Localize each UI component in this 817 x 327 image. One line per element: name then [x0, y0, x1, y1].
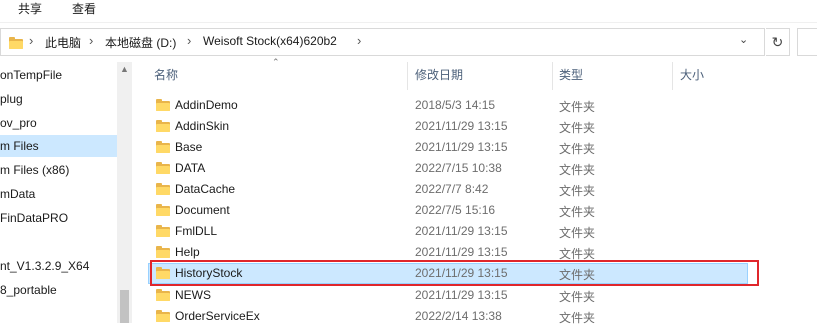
- folder-icon: [156, 204, 170, 216]
- tab-share[interactable]: 共享: [18, 0, 42, 17]
- highlight-annotation-box: [150, 260, 759, 286]
- folder-icon: [156, 310, 170, 322]
- file-name: DATA: [175, 161, 206, 175]
- file-modified: 2021/11/29 13:15: [415, 245, 508, 259]
- nav-item[interactable]: ov_pro: [0, 112, 37, 134]
- file-name: NEWS: [175, 288, 211, 302]
- nav-item[interactable]: plug: [0, 88, 23, 110]
- file-row[interactable]: AddinDemo 2018/5/3 14:15 文件夹: [148, 95, 748, 116]
- folder-icon: [156, 99, 170, 111]
- folder-icon: [156, 246, 170, 258]
- column-header-modified[interactable]: 修改日期: [415, 62, 463, 92]
- crumb-separator-icon[interactable]: ›: [187, 33, 191, 48]
- folder-icon: [9, 37, 23, 49]
- file-row[interactable]: AddinSkin 2021/11/29 13:15 文件夹: [148, 116, 748, 137]
- column-divider[interactable]: [672, 62, 673, 90]
- file-modified: 2018/5/3 14:15: [415, 98, 496, 112]
- file-name: OrderServiceEx: [175, 309, 260, 323]
- crumb-separator-icon[interactable]: ›: [89, 33, 93, 48]
- nav-item[interactable]: FinDataPRO: [0, 207, 68, 229]
- nav-scrollbar[interactable]: ▲: [117, 62, 132, 323]
- file-name: Base: [175, 140, 203, 154]
- column-header-name[interactable]: 名称: [154, 62, 178, 92]
- file-modified: 2022/7/15 10:38: [415, 161, 502, 175]
- folder-icon: [156, 225, 170, 237]
- file-name: Document: [175, 203, 230, 217]
- folder-icon: [156, 141, 170, 153]
- file-modified: 2021/11/29 13:15: [415, 119, 508, 133]
- file-type: 文件夹: [559, 184, 596, 198]
- file-row[interactable]: FmlDLL 2021/11/29 13:15 文件夹: [148, 221, 748, 242]
- folder-icon: [156, 183, 170, 195]
- file-type: 文件夹: [559, 121, 596, 135]
- file-modified: 2021/11/29 13:15: [415, 288, 508, 302]
- folder-icon: [156, 162, 170, 174]
- file-name: Help: [175, 245, 200, 259]
- column-header-size[interactable]: 大小: [680, 62, 704, 92]
- navigation-pane: onTempFile plug ov_pro m Files m Files (…: [0, 62, 132, 323]
- nav-item[interactable]: nt_V1.3.2.9_X64: [0, 255, 89, 277]
- file-row[interactable]: Document 2022/7/5 15:16 文件夹: [148, 200, 748, 221]
- crumb-separator-icon[interactable]: ›: [29, 33, 33, 48]
- folder-icon: [156, 289, 170, 301]
- file-type: 文件夹: [559, 226, 596, 240]
- crumb-separator-icon[interactable]: ›: [357, 33, 361, 48]
- column-header-type[interactable]: 类型: [559, 62, 583, 92]
- chevron-down-icon[interactable]: ⌄: [739, 33, 748, 46]
- file-row[interactable]: DATA 2022/7/15 10:38 文件夹: [148, 158, 748, 179]
- nav-item[interactable]: m Files (x86): [0, 159, 69, 181]
- crumb-local-disk[interactable]: 本地磁盘 (D:): [105, 34, 176, 51]
- file-modified: 2021/11/29 13:15: [415, 224, 508, 238]
- nav-item[interactable]: mData: [0, 183, 35, 205]
- file-row[interactable]: Base 2021/11/29 13:15 文件夹: [148, 137, 748, 158]
- scroll-up-icon[interactable]: ▲: [120, 64, 129, 74]
- column-divider[interactable]: [407, 62, 408, 90]
- nav-item-selected[interactable]: m Files: [0, 135, 117, 157]
- file-type: 文件夹: [559, 290, 596, 304]
- file-name: AddinSkin: [175, 119, 230, 133]
- column-divider[interactable]: [552, 62, 553, 90]
- file-type: 文件夹: [559, 311, 596, 325]
- file-type: 文件夹: [559, 100, 596, 114]
- nav-item[interactable]: 8_portable: [0, 279, 57, 301]
- tab-view[interactable]: 查看: [72, 0, 96, 17]
- file-type: 文件夹: [559, 142, 596, 156]
- crumb-weisoft-folder[interactable]: Weisoft Stock(x64)620b2: [203, 34, 337, 48]
- nav-item[interactable]: onTempFile: [0, 64, 62, 86]
- file-modified: 2022/7/7 8:42: [415, 182, 489, 196]
- scroll-thumb[interactable]: [120, 290, 129, 323]
- address-bar[interactable]: › 此电脑 › 本地磁盘 (D:) › Weisoft Stock(x64)62…: [0, 28, 765, 56]
- refresh-button[interactable]: ↻: [766, 28, 790, 56]
- file-row[interactable]: DataCache 2022/7/7 8:42 文件夹: [148, 179, 748, 200]
- file-modified: 2021/11/29 13:15: [415, 140, 508, 154]
- file-modified: 2022/2/14 13:38: [415, 309, 502, 323]
- search-input[interactable]: [797, 28, 817, 56]
- file-type: 文件夹: [559, 205, 596, 219]
- file-type: 文件夹: [559, 163, 596, 177]
- file-row[interactable]: OrderServiceEx 2022/2/14 13:38 文件夹: [148, 306, 748, 327]
- file-row[interactable]: NEWS 2021/11/29 13:15 文件夹: [148, 285, 748, 306]
- crumb-this-pc[interactable]: 此电脑: [45, 34, 81, 51]
- file-name: AddinDemo: [175, 98, 238, 112]
- sort-ascending-icon: ⌃: [272, 57, 280, 67]
- file-modified: 2022/7/5 15:16: [415, 203, 496, 217]
- folder-icon: [156, 120, 170, 132]
- file-name: DataCache: [175, 182, 236, 196]
- ribbon-bar: 共享 查看: [0, 0, 817, 22]
- address-row: › 此电脑 › 本地磁盘 (D:) › Weisoft Stock(x64)62…: [0, 23, 817, 61]
- file-name: FmlDLL: [175, 224, 218, 238]
